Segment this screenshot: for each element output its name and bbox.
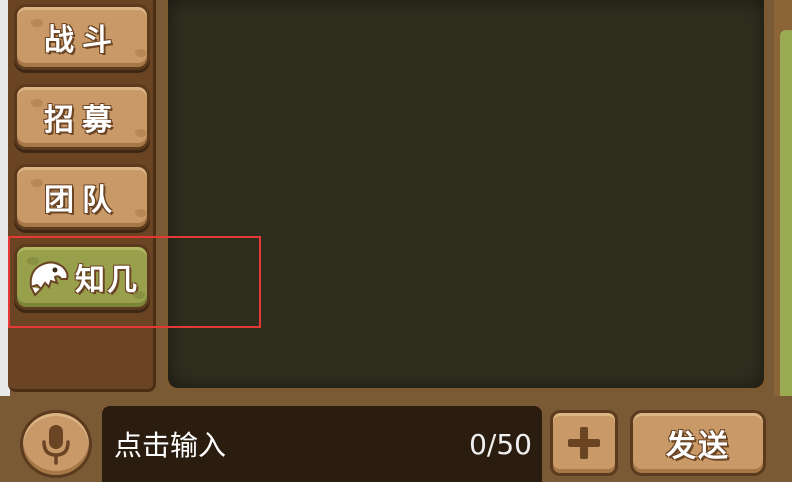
chat-input-field[interactable]: 点击输入 0/50 <box>102 406 542 482</box>
tab-recruit[interactable]: 招募 <box>14 84 150 150</box>
tab-label: 招募 <box>44 103 120 138</box>
tab-texture-spot <box>135 209 147 217</box>
mic-icon <box>42 425 70 465</box>
send-button-label: 发送 <box>666 429 730 464</box>
chat-message-area[interactable] <box>164 0 768 392</box>
tab-label: 团队 <box>44 183 120 218</box>
character-counter: 0/50 <box>469 427 532 461</box>
tab-team[interactable]: 团队 <box>14 164 150 230</box>
tab-texture-spot <box>31 179 43 187</box>
tab-texture-spot <box>135 49 147 57</box>
tab-battle[interactable]: 战斗 <box>14 4 150 70</box>
tab-texture-spot <box>31 99 43 107</box>
voice-input-button[interactable] <box>20 410 92 478</box>
selection-highlight-box <box>8 236 261 328</box>
send-button[interactable]: 发送 <box>630 410 766 476</box>
plus-icon <box>568 427 600 459</box>
input-placeholder: 点击输入 <box>114 429 227 462</box>
tab-label: 战斗 <box>44 23 120 58</box>
tab-texture-spot <box>135 129 147 137</box>
tab-texture-spot <box>31 19 43 27</box>
add-attachment-button[interactable] <box>550 410 618 476</box>
